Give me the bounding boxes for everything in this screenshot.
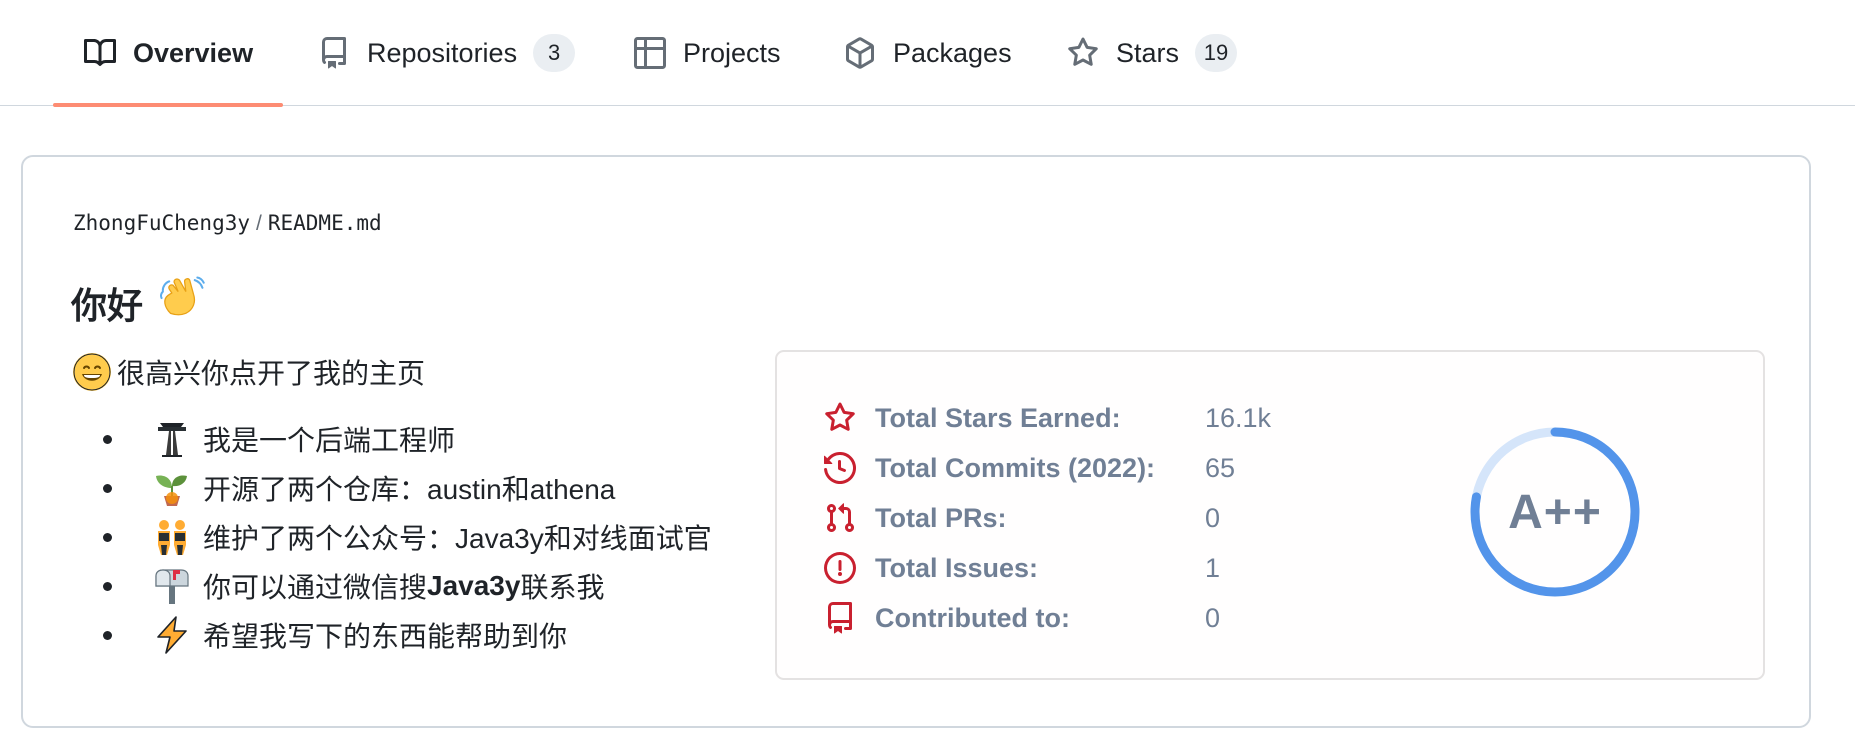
repo-icon	[317, 36, 351, 70]
book-icon	[83, 36, 117, 70]
stat-value: 16.1k	[1205, 402, 1272, 433]
stars-count-badge: 19	[1195, 34, 1238, 72]
table-icon	[633, 36, 667, 70]
tab-projects-label: Projects	[683, 37, 781, 68]
construction-worker-icon	[151, 418, 193, 460]
stat-value: 65	[1205, 452, 1236, 483]
seedling-icon	[151, 467, 193, 509]
tab-repositories-label: Repositories	[367, 37, 518, 68]
rank-circle: A++	[1465, 422, 1645, 602]
history-icon	[823, 451, 857, 485]
tab-overview-label: Overview	[133, 37, 254, 68]
bullet-text: 开源了两个仓库：austin和athena	[203, 473, 616, 505]
stat-row-issues: Total Issues: 1	[823, 543, 1220, 593]
readme-owner-link[interactable]: ZhongFuCheng3y	[73, 211, 250, 235]
lightning-icon	[151, 614, 193, 656]
package-icon	[843, 36, 877, 70]
tab-overview[interactable]: Overview	[52, 0, 284, 107]
github-stats-card: Total Stars Earned: 16.1k Total Commits …	[775, 350, 1765, 680]
about-list: 我是一个后端工程师 开源了两个仓库：austin和athena 维护了两个公众号…	[73, 414, 712, 659]
stat-row-commits: Total Commits (2022): 65	[823, 443, 1235, 493]
repositories-count-badge: 3	[533, 34, 576, 72]
tab-repositories[interactable]: Repositories 3	[317, 0, 576, 106]
stat-label: Total Commits (2022):	[875, 452, 1156, 483]
bullet-text: 我是一个后端工程师	[203, 424, 456, 456]
readme-filename-link[interactable]: README.md	[268, 211, 382, 235]
readme-card: ZhongFuCheng3y / README.md 你好 很高兴你点开了我的主页	[21, 155, 1811, 728]
repo-icon	[823, 601, 857, 635]
twins-icon	[151, 516, 193, 558]
rank-grade: A++	[1508, 485, 1602, 539]
stat-row-contributed: Contributed to: 0	[823, 593, 1220, 643]
stat-label: Total PRs:	[875, 502, 1007, 533]
issue-icon	[823, 551, 857, 585]
bullet-text: 希望我写下的东西能帮助到你	[203, 620, 568, 652]
bullet-text: 维护了两个公众号：Java3y和对线面试官	[203, 522, 712, 554]
greeting-text: 你好	[71, 284, 144, 326]
tab-packages-label: Packages	[893, 37, 1012, 68]
list-item: 我是一个后端工程师	[73, 414, 712, 463]
intro-text: 很高兴你点开了我的主页	[117, 358, 426, 389]
list-item: 维护了两个公众号：Java3y和对线面试官	[73, 512, 712, 561]
tab-projects[interactable]: Projects	[633, 0, 781, 106]
stat-label: Total Stars Earned:	[875, 402, 1121, 433]
list-item: 你可以通过微信搜 Java3y 联系我	[73, 561, 712, 610]
tab-packages[interactable]: Packages	[843, 0, 1012, 106]
stat-value: 0	[1205, 602, 1221, 633]
star-icon	[1066, 36, 1100, 70]
bullet-text-bold: Java3y	[427, 569, 521, 601]
stat-row-stars: Total Stars Earned: 16.1k	[823, 393, 1271, 443]
readme-heading: 你好	[71, 275, 205, 330]
tab-stars[interactable]: Stars 19	[1066, 0, 1238, 106]
stat-row-prs: Total PRs: 0	[823, 493, 1220, 543]
stat-label: Total Issues:	[875, 552, 1039, 583]
bullet-text-before: 你可以通过微信搜	[203, 571, 428, 603]
star-icon	[823, 401, 857, 435]
readme-intro: 很高兴你点开了我的主页	[73, 352, 425, 392]
waving-hand-icon	[159, 275, 205, 330]
list-item: 开源了两个仓库：austin和athena	[73, 463, 712, 512]
readme-file-path: ZhongFuCheng3y / README.md	[73, 211, 382, 236]
bullet-text-after: 联系我	[520, 571, 605, 603]
mailbox-icon	[151, 565, 193, 607]
grinning-face-icon	[73, 353, 111, 391]
stat-value: 0	[1205, 502, 1221, 533]
tab-stars-label: Stars	[1116, 37, 1180, 68]
list-item: 希望我写下的东西能帮助到你	[73, 610, 712, 659]
profile-tab-bar: Overview Repositories 3 Projects Package…	[0, 0, 1855, 107]
stat-value: 1	[1205, 552, 1221, 583]
stat-label: Contributed to:	[875, 602, 1070, 633]
path-separator: /	[256, 212, 262, 235]
pull-request-icon	[823, 501, 857, 535]
